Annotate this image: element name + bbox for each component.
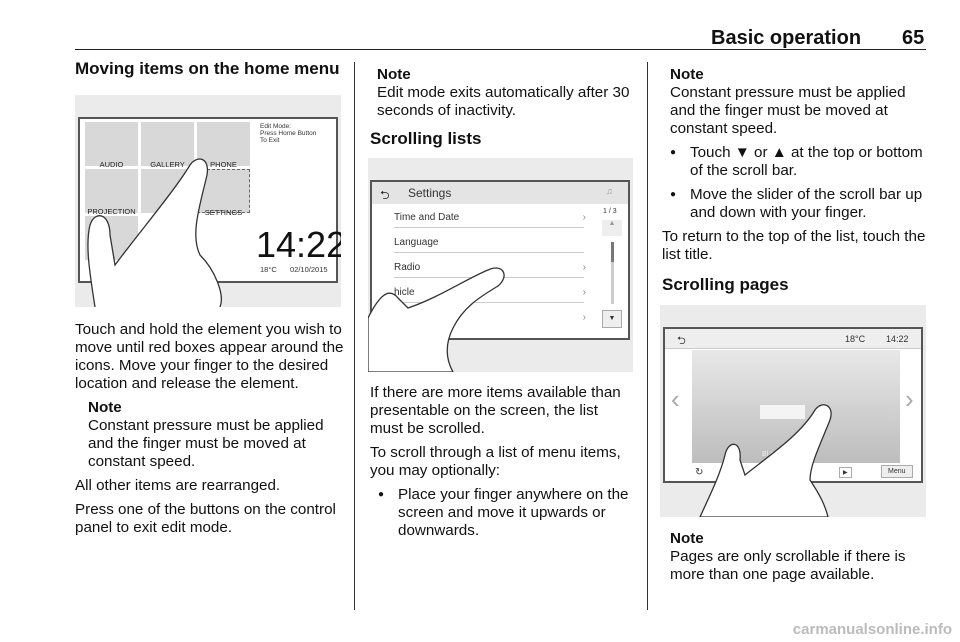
paragraph: To return to the top of the list, touch … [662,228,926,263]
heading-moving-items: Moving items on the home menu [75,59,340,78]
paragraph: All other items are rearranged. [75,477,281,494]
hand-icon [87,158,222,307]
note-label: Note [377,66,411,83]
heading-scrolling-pages: Scrolling pages [662,275,789,294]
column-divider [647,62,648,610]
note-label: Note [88,399,122,416]
header-rule [75,49,926,50]
paragraph: Touch and hold the element you wish to m… [75,321,344,392]
bullet-item: Move the slider of the scroll bar up and… [662,186,928,222]
paragraph: If there are more items available than p… [370,384,621,437]
note-text: Edit mode exits automatically after 30 s… [377,84,630,119]
note-text: Constant pressure must be applied and th… [670,84,906,137]
watermark: carmanualsonline.info [792,621,952,638]
note-label: Note [670,66,704,83]
note: Note Constant pressure must be applied an… [75,399,347,471]
section-title: Basic operation [711,27,862,49]
paragraph: To scroll through a list of menu items, … [370,444,621,479]
column-divider [354,62,355,610]
paragraph: Press one of the buttons on the control … [75,501,336,536]
note-label: Note [670,530,704,547]
bullet-item: Touch ▼ or ▲ at the top or bottom of the… [662,144,928,180]
settings-list-illustration: ⮌ Settings ♫ Time and Date › Language Rad… [368,158,633,372]
gallery-illustration: ⮌ 18°C 14:22 Bl s.jpg ‹ › ↻ ▶ Menu [660,305,926,517]
bullet-item: Place your finger anywhere on the screen… [370,486,635,540]
heading-scrolling-lists: Scrolling lists [370,129,482,148]
page-number: 65 [902,27,925,49]
hand-icon [368,267,505,372]
home-menu-illustration: AUDIO GALLERY PHONE PROJECTION SETTINGS … [75,95,341,307]
note-text: Constant pressure must be applied and th… [88,417,324,470]
column-1: Moving items on the home menu [75,59,347,79]
hand-icon [699,404,832,517]
note: Note Edit mode exits automatically after … [377,66,639,120]
note: Note Pages are only scrollable if there i… [670,530,928,584]
note-text: Pages are only scrollable if there is mo… [670,548,906,583]
note: Note Constant pressure must be applied an… [670,66,928,138]
